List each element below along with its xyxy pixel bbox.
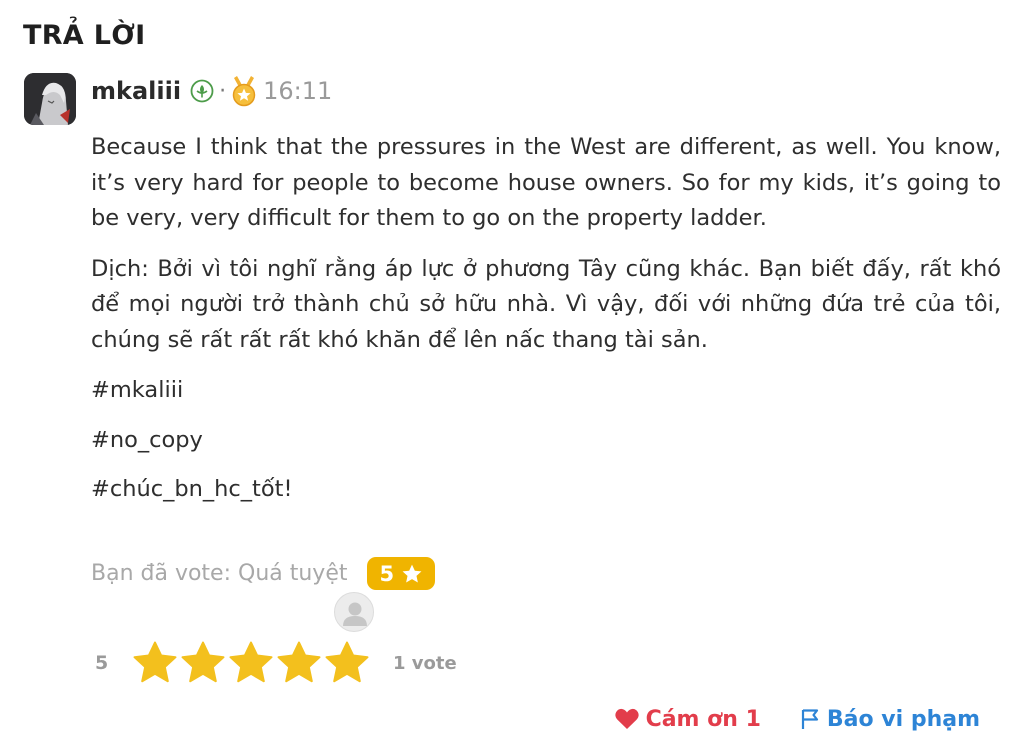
author-avatar[interactable] (24, 73, 76, 125)
rating-stars[interactable] (131, 640, 371, 686)
rating-row: 5 1 vote (95, 639, 457, 687)
report-button[interactable]: Báo vi phạm (799, 707, 980, 732)
star-icon[interactable] (227, 640, 275, 686)
flag-icon (801, 709, 818, 729)
answer-actions: Cám ơn 1 Báo vi phạm (614, 700, 980, 738)
answer-paragraph-english: Because I think that the pressures in th… (91, 134, 1001, 231)
star-icon[interactable] (179, 640, 227, 686)
star-icon[interactable] (323, 640, 371, 686)
heart-icon (614, 708, 639, 729)
hashtag: #no_copy (91, 426, 203, 453)
rating-value: 5 (95, 652, 109, 674)
answer-content: Because I think that the pressures in th… (91, 130, 1001, 522)
thanks-button[interactable]: Cám ơn 1 (614, 707, 761, 732)
user-vote-badge: 5 (367, 557, 436, 590)
author-row: mkaliii · 16:11 (91, 74, 332, 108)
hashtag: #mkaliii (91, 377, 184, 403)
separator-dot: · (219, 78, 227, 104)
user-vote-label: Bạn đã vote: Quá tuyệt (91, 561, 348, 586)
vote-count: 1 vote (393, 652, 457, 674)
medal-icon (231, 75, 257, 107)
star-icon (402, 564, 422, 583)
section-title: TRẢ LỜI (23, 20, 146, 51)
voter-avatar[interactable] (334, 592, 374, 632)
thanks-label: Cám ơn 1 (645, 706, 761, 732)
star-icon[interactable] (275, 640, 323, 686)
user-vote-row: Bạn đã vote: Quá tuyệt 5 (91, 557, 436, 590)
report-label: Báo vi phạm (826, 706, 980, 732)
author-name[interactable]: mkaliii (91, 77, 181, 105)
answer-paragraph-translation: Dịch: Bởi vì tôi nghĩ rằng áp lực ở phươ… (91, 255, 1001, 353)
post-time: 16:11 (263, 77, 333, 105)
leaf-badge-icon (190, 79, 214, 103)
star-icon[interactable] (131, 640, 179, 686)
user-vote-value: 5 (379, 561, 395, 586)
hashtag: #chúc_bn_hc_tốt! (91, 476, 293, 502)
